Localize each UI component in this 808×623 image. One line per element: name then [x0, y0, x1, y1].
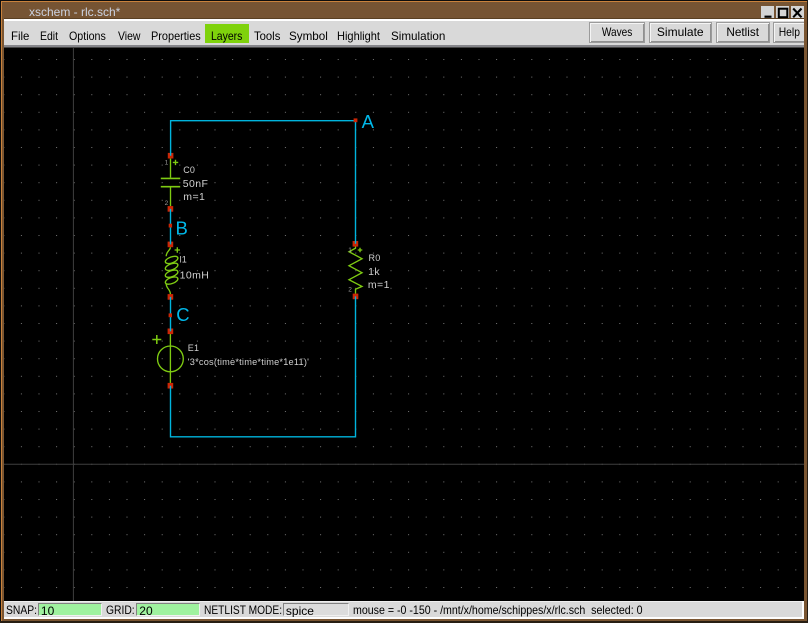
- svg-text:10mH: 10mH: [180, 269, 210, 281]
- svg-text:2: 2: [165, 200, 169, 207]
- svg-text:m=1: m=1: [368, 279, 390, 291]
- svg-text:1: 1: [165, 159, 169, 166]
- svg-text:m=1: m=1: [183, 191, 205, 203]
- svg-text:C: C: [176, 304, 189, 325]
- svg-text:A: A: [362, 111, 375, 132]
- svg-text:l1: l1: [180, 255, 187, 265]
- svg-text:1k: 1k: [368, 266, 380, 278]
- svg-text:'3*cos(time*time*time*1e11)': '3*cos(time*time*time*1e11)': [188, 357, 309, 367]
- svg-text:R0: R0: [369, 253, 381, 263]
- svg-text:2: 2: [348, 287, 352, 294]
- svg-text:1: 1: [348, 247, 352, 254]
- svg-text:50nF: 50nF: [183, 178, 209, 190]
- svg-text:B: B: [176, 218, 188, 239]
- svg-text:E1: E1: [188, 343, 199, 353]
- svg-text:C0: C0: [183, 165, 195, 175]
